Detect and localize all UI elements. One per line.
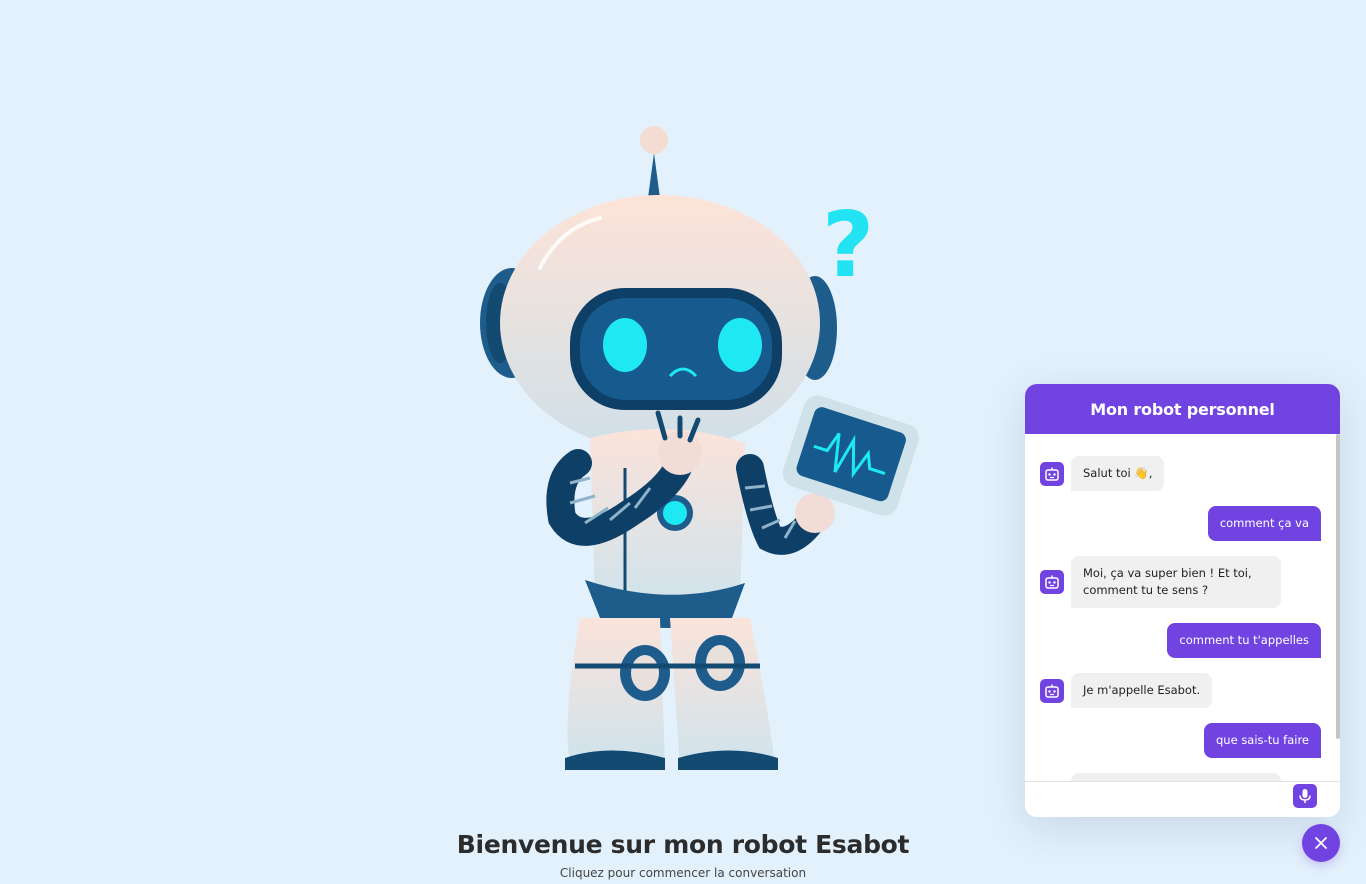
bot-message: Je m'appelle Esabot.	[1040, 673, 1213, 708]
user-message: comment tu t'appelles	[1167, 623, 1321, 658]
microphone-button[interactable]	[1293, 784, 1317, 808]
chat-messages[interactable]: Salut toi 👋, comment ça va Moi, ça va su…	[1025, 434, 1340, 782]
microphone-icon	[1299, 789, 1311, 803]
question-mark: ?	[822, 193, 874, 298]
page-title: Bienvenue sur mon robot Esabot	[456, 830, 910, 859]
antenna-ball	[640, 126, 668, 154]
robot-icon	[1040, 678, 1064, 703]
user-message-text: que sais-tu faire	[1204, 723, 1321, 758]
robot-icon	[1040, 570, 1064, 594]
bot-message-text: Moi, ça va super bien ! Et toi, comment …	[1071, 556, 1281, 608]
chat-input[interactable]	[1037, 786, 1291, 814]
left-eye	[603, 318, 647, 372]
close-icon	[1315, 837, 1327, 849]
bot-message-text: Salut toi 👋,	[1071, 456, 1165, 491]
antenna	[648, 153, 660, 198]
page-subtitle[interactable]: Cliquez pour commencer la conversation	[0, 866, 1366, 880]
chat-scrollbar[interactable]	[1336, 434, 1340, 782]
robot-icon	[1040, 461, 1064, 486]
bot-message-text: Je m'appelle Esabot.	[1071, 673, 1213, 708]
bot-message: Moi, ça va super bien ! Et toi, comment …	[1040, 556, 1281, 608]
bot-message: Salut toi 👋,	[1040, 456, 1165, 491]
page: ? Bienvenue sur mon robot Esabot Cliquez…	[0, 0, 1366, 884]
chat-scrollbar-thumb[interactable]	[1336, 434, 1340, 739]
chat-input-bar	[1025, 781, 1340, 817]
user-message: que sais-tu faire	[1204, 723, 1321, 758]
chat-widget: Mon robot personnel Salut toi 👋, comment…	[1025, 384, 1340, 817]
robot-illustration[interactable]: ?	[470, 118, 930, 788]
right-eye	[718, 318, 762, 372]
user-message: comment ça va	[1207, 506, 1321, 541]
chat-title: Mon robot personnel	[1090, 399, 1275, 419]
user-message-text: comment ça va	[1207, 506, 1321, 541]
chat-header: Mon robot personnel	[1025, 384, 1340, 434]
user-message-text: comment tu t'appelles	[1167, 623, 1321, 658]
close-chat-button[interactable]	[1302, 824, 1340, 862]
right-hand	[795, 493, 835, 533]
